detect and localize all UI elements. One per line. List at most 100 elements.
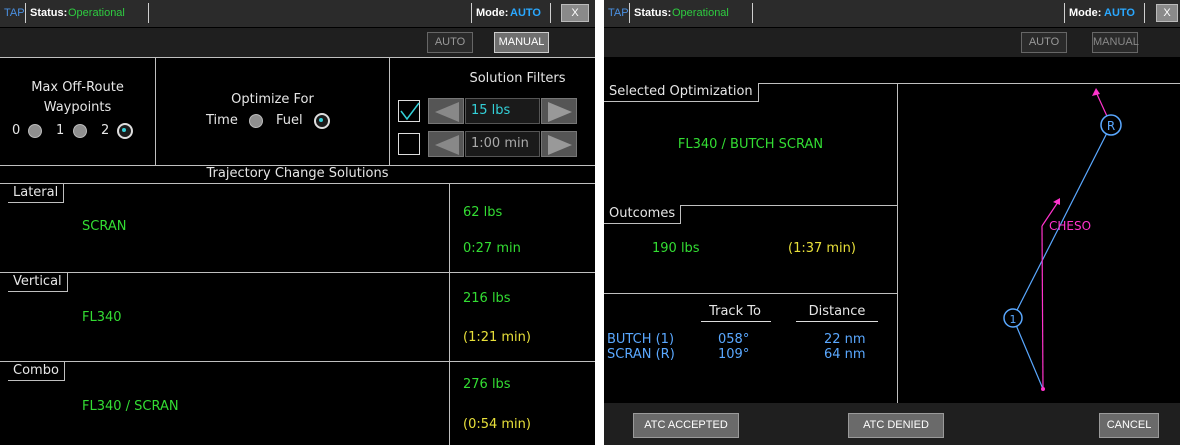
solution-tab-label: Vertical <box>8 273 68 292</box>
auto-button[interactable]: AUTO <box>1021 32 1067 53</box>
left-arrow-icon <box>435 135 459 155</box>
fuel-decrease-button[interactable] <box>428 98 464 124</box>
solution-route: FL340 / SCRAN <box>82 399 179 414</box>
separator <box>752 3 753 23</box>
waypoints-option-0-label: 0 <box>12 123 21 138</box>
left-arrow-icon <box>435 102 459 122</box>
solutions-header: Trajectory Change Solutions <box>206 166 389 181</box>
header-underline <box>701 321 771 322</box>
fuel-filter-value: 15 lbs <box>465 98 540 124</box>
title-bar: TAP Status: Operational Mode: AUTO X <box>604 0 1180 28</box>
solution-time: (0:54 min) <box>463 417 531 432</box>
manual-button[interactable]: MANUAL <box>1092 32 1139 53</box>
separator <box>629 3 630 23</box>
solution-fuel: 276 lbs <box>463 377 511 392</box>
separator <box>550 3 551 23</box>
divider <box>604 293 897 294</box>
distance-value: 22 nm <box>824 332 866 347</box>
mode-toolbar: AUTO MANUAL <box>0 28 595 57</box>
waypoints-radio-1[interactable] <box>73 124 87 138</box>
app-name: TAP <box>608 7 629 19</box>
mode-value: AUTO <box>510 7 541 19</box>
cancel-button[interactable]: CANCEL <box>1099 413 1159 438</box>
solution-time: 0:27 min <box>463 241 521 256</box>
close-button[interactable]: X <box>561 4 589 22</box>
separator <box>1064 3 1065 23</box>
header-underline <box>796 321 878 322</box>
mode-label: Mode: <box>476 7 509 19</box>
time-increase-button[interactable] <box>541 131 577 157</box>
manual-button[interactable]: MANUAL <box>494 32 549 53</box>
mode-toolbar: AUTO MANUAL <box>604 28 1180 57</box>
route-map[interactable]: 1 R CHESO <box>898 84 1180 403</box>
separator <box>148 3 149 23</box>
solution-fuel: 216 lbs <box>463 291 511 306</box>
divider <box>0 57 595 58</box>
waypoints-option-2-label: 2 <box>101 123 110 138</box>
track-value: 109° <box>718 347 750 362</box>
waypoint-r-label: R <box>1107 119 1115 133</box>
optimize-time-radio[interactable] <box>249 114 263 128</box>
outcomes-fuel: 190 lbs <box>652 241 700 256</box>
solution-tab-label: Combo <box>8 362 65 381</box>
track-value: 058° <box>718 332 750 347</box>
solution-route: FL340 <box>82 310 122 325</box>
solution-tab-label: Lateral <box>8 184 65 203</box>
optimize-fuel-label: Fuel <box>276 113 303 128</box>
filters-title: Solution Filters <box>469 71 566 86</box>
waypoints-title: Max Off-Route <box>31 80 124 95</box>
waypoints-radio-2[interactable] <box>117 123 133 139</box>
selected-optimization-tab: Selected Optimization <box>604 83 759 102</box>
status-value: Operational <box>68 7 125 19</box>
divider <box>0 272 595 273</box>
status-label: Status: <box>30 7 68 19</box>
separator <box>25 3 26 23</box>
right-arrow-icon <box>548 135 572 155</box>
trajectory-solutions-panel: TAP Status: Operational Mode: AUTO X AUT… <box>0 0 595 445</box>
separator <box>1144 3 1145 23</box>
track-to-header: Track To <box>709 304 761 319</box>
waypoint-name: BUTCH (1) <box>607 332 675 347</box>
time-decrease-button[interactable] <box>428 131 464 157</box>
outcomes-tab: Outcomes <box>604 205 682 224</box>
route-origin-marker <box>1041 387 1045 391</box>
waypoint-name: SCRAN (R) <box>607 347 675 362</box>
optimize-fuel-radio[interactable] <box>314 113 330 129</box>
selected-optimization-value: FL340 / BUTCH SCRAN <box>677 137 824 152</box>
waypoints-title-2: Waypoints <box>43 100 112 115</box>
status-label: Status: <box>634 7 672 19</box>
waypoints-radio-0[interactable] <box>28 124 42 138</box>
distance-value: 64 nm <box>824 347 866 362</box>
route-leg <box>1012 317 1044 390</box>
time-filter-checkbox[interactable] <box>398 133 420 155</box>
selected-optimization-panel: TAP Status: Operational Mode: AUTO X AUT… <box>604 0 1180 445</box>
divider <box>449 183 450 445</box>
alt-route-leg <box>1041 225 1044 390</box>
solution-time: (1:21 min) <box>463 330 531 345</box>
atc-denied-button[interactable]: ATC DENIED <box>848 413 944 438</box>
time-filter-value: 1:00 min <box>465 131 540 157</box>
divider <box>155 57 156 165</box>
status-value: Operational <box>672 7 729 19</box>
outcomes-time: (1:37 min) <box>788 241 856 256</box>
auto-button[interactable]: AUTO <box>427 32 473 53</box>
mode-value: AUTO <box>1104 7 1135 19</box>
solution-route: SCRAN <box>82 219 127 234</box>
fuel-increase-button[interactable] <box>541 98 577 124</box>
check-icon <box>400 102 420 121</box>
divider <box>0 183 595 184</box>
divider <box>0 361 595 362</box>
close-button[interactable]: X <box>1156 4 1178 22</box>
divider <box>389 57 390 165</box>
cheso-label: CHESO <box>1049 219 1091 233</box>
arrowhead-icon <box>1092 88 1100 96</box>
separator <box>471 3 472 23</box>
fuel-filter-checkbox[interactable] <box>398 100 420 122</box>
atc-accepted-button[interactable]: ATC ACCEPTED <box>633 413 739 438</box>
app-name: TAP <box>4 7 25 19</box>
optimize-title: Optimize For <box>231 92 314 107</box>
title-bar: TAP Status: Operational Mode: AUTO X <box>0 0 595 28</box>
distance-header: Distance <box>808 304 866 319</box>
solution-fuel: 62 lbs <box>463 205 503 220</box>
optimize-time-label: Time <box>206 113 238 128</box>
